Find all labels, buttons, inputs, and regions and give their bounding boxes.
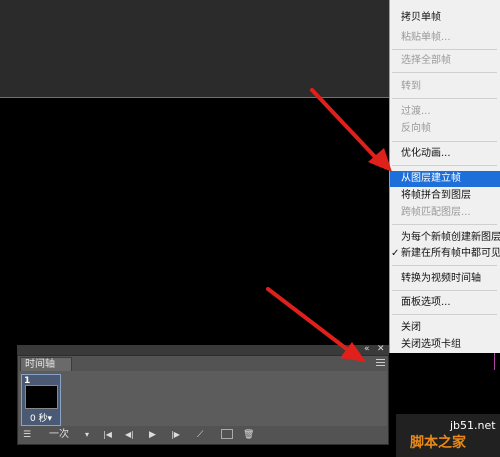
watermark-site: 脚本之家 (410, 435, 466, 451)
watermark-url: jb51.net (450, 419, 496, 432)
annotation-arrows (266, 88, 392, 362)
arrow-to-menu-item (310, 88, 392, 172)
arrow-to-panel-menu (266, 287, 366, 362)
